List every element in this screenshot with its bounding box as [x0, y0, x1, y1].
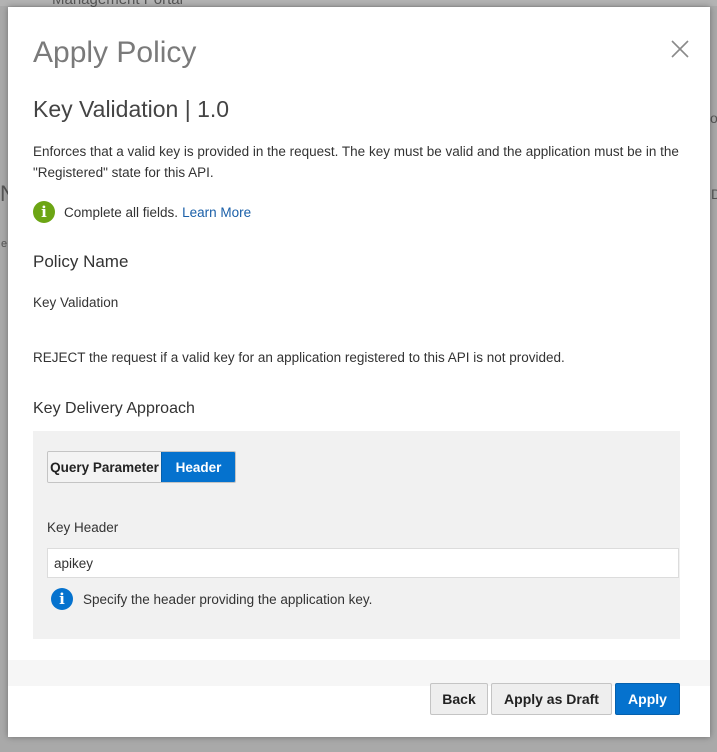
key-header-label: Key Header: [47, 520, 119, 535]
key-header-input[interactable]: [47, 548, 679, 578]
info-icon: i: [33, 201, 55, 223]
policy-name-heading: Policy Name: [33, 252, 129, 271]
header-option[interactable]: Header: [161, 452, 235, 482]
apply-policy-dialog: Apply Policy Key Validation | 1.0 Enforc…: [8, 7, 710, 737]
close-button[interactable]: [668, 37, 692, 61]
key-header-hint: i Specify the header providing the appli…: [51, 588, 372, 610]
apply-as-draft-button[interactable]: Apply as Draft: [491, 683, 612, 715]
info-icon: i: [51, 588, 73, 610]
background-fragment: ow: [710, 110, 717, 126]
background-fragment: D: [711, 186, 717, 202]
reject-description: REJECT the request if a valid key for an…: [33, 350, 565, 365]
back-button[interactable]: Back: [430, 683, 488, 715]
key-delivery-toggle: Query Parameter Header: [47, 451, 236, 483]
key-delivery-panel: Query Parameter Header Key Header i Spec…: [33, 431, 680, 639]
policy-name-value: Key Validation: [33, 295, 119, 310]
dialog-title: Apply Policy: [33, 36, 197, 69]
query-parameter-option[interactable]: Query Parameter: [48, 452, 161, 482]
learn-more-link[interactable]: Learn More: [182, 205, 251, 220]
key-delivery-heading: Key Delivery Approach: [33, 400, 195, 417]
key-header-hint-text: Specify the header providing the applica…: [83, 591, 373, 607]
info-message: i Complete all fields. Learn More: [33, 201, 251, 223]
close-icon: [671, 40, 689, 58]
background-fragment: e: [1, 238, 8, 250]
info-text: Complete all fields.: [64, 204, 179, 220]
policy-description: Enforces that a valid key is provided in…: [33, 144, 679, 180]
apply-button[interactable]: Apply: [615, 683, 680, 715]
policy-subtitle: Key Validation | 1.0: [33, 96, 230, 122]
